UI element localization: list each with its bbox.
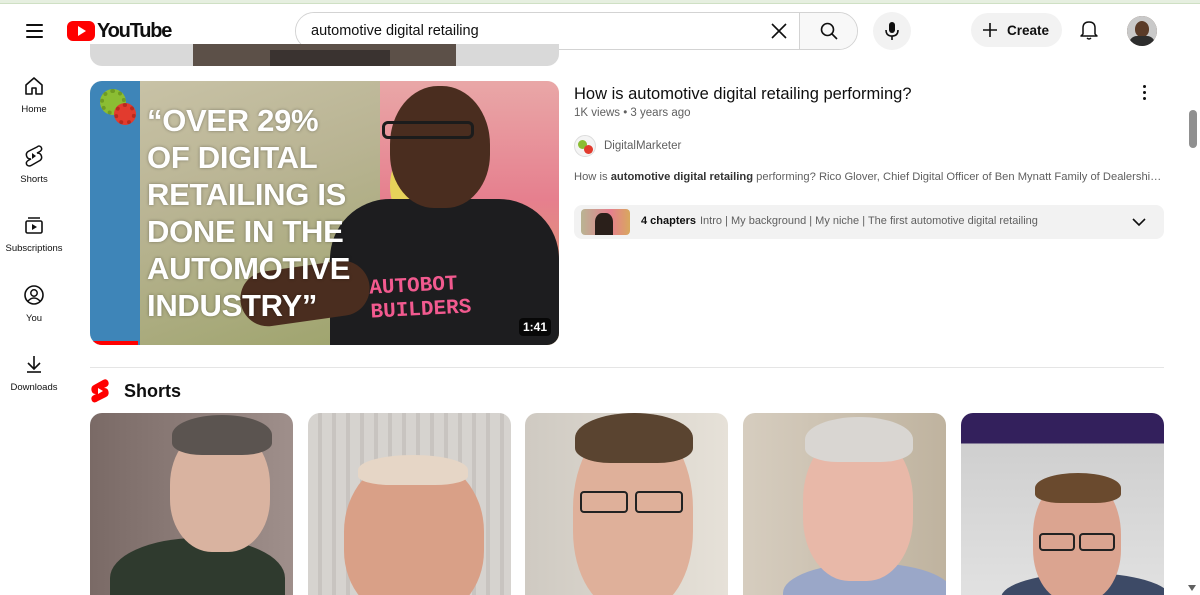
chapter-thumbnail (581, 209, 630, 235)
shorts-icon (22, 144, 46, 168)
sidebar-item-shorts[interactable]: Shorts (2, 128, 66, 188)
microphone-icon (885, 22, 899, 40)
shorts-logo-icon (91, 379, 109, 403)
sidebar-item-label: You (25, 313, 43, 324)
menu-icon-bar (25, 30, 43, 32)
channel-link[interactable]: DigitalMarketer (574, 135, 681, 157)
more-vert-icon (1142, 84, 1146, 88)
short-thumbnail (1039, 533, 1075, 551)
channel-avatar (574, 135, 596, 157)
section-divider (90, 367, 1164, 368)
clear-search-button[interactable] (759, 13, 799, 49)
chevron-down-icon[interactable] (1130, 214, 1148, 230)
short-thumbnail (1079, 533, 1115, 551)
thumbnail-person-head (390, 86, 490, 208)
search-button[interactable] (799, 13, 857, 49)
sidebar-item-you[interactable]: You (2, 267, 66, 327)
chapters-count: 4 chapters (641, 215, 697, 227)
mini-guide: Home Shorts Subscriptions You Downloads (0, 58, 68, 595)
thumbnail-overlay-text: “OVER 29% OF DIGITAL RETAILING IS DONE I… (147, 103, 351, 323)
short-card[interactable] (308, 413, 511, 595)
description-text: How is (574, 171, 611, 183)
description-highlight: automotive digital retailing (610, 171, 754, 183)
description-text: performing? Rico Glover, Chief Digital O… (753, 171, 1164, 183)
chapters-panel[interactable]: 4 chapters Intro | My background | My ni… (574, 205, 1164, 239)
account-avatar[interactable] (1127, 16, 1157, 46)
bell-icon (1080, 21, 1098, 40)
subscriptions-icon (22, 213, 46, 237)
watch-progress-bar (90, 341, 138, 345)
shorts-shelf-title: Shorts (124, 380, 182, 401)
shorts-shelf-header: Shorts (90, 378, 181, 404)
close-icon (771, 23, 787, 39)
page-scrollbar[interactable] (1186, 58, 1200, 595)
search-icon (820, 22, 838, 40)
video-description-snippet: How is automotive digital retailing perf… (574, 171, 1164, 183)
sidebar-item-label: Downloads (10, 382, 58, 393)
short-thumbnail (1035, 473, 1121, 503)
create-button[interactable]: Create (971, 13, 1062, 47)
short-thumbnail (805, 417, 913, 462)
voice-search-button[interactable] (873, 12, 911, 50)
short-thumbnail (580, 491, 628, 513)
notifications-button[interactable] (1070, 11, 1108, 49)
short-card[interactable] (961, 413, 1164, 595)
you-icon (22, 283, 46, 307)
guide-menu-button[interactable] (14, 11, 54, 51)
previous-video-thumbnail[interactable] (90, 44, 559, 66)
sidebar-item-label: Shorts (20, 174, 48, 185)
video-metadata: 1K views • 3 years ago (574, 107, 691, 119)
sidebar-item-downloads[interactable]: Downloads (2, 336, 66, 396)
youtube-play-icon (67, 21, 95, 41)
create-label: Create (1007, 22, 1050, 38)
sidebar-item-label: Home (21, 104, 47, 115)
scrollbar-thumb[interactable] (1189, 110, 1197, 148)
video-title[interactable]: How is automotive digital retailing perf… (574, 84, 1134, 104)
menu-icon-bar (25, 36, 43, 38)
short-thumbnail (575, 413, 693, 463)
thumbnail-person-glasses (382, 121, 474, 139)
chapters-list: Intro | My background | My niche | The f… (700, 215, 1038, 227)
plus-icon (983, 23, 997, 37)
short-card[interactable] (90, 413, 293, 595)
home-icon (22, 74, 46, 98)
short-thumbnail (358, 455, 468, 485)
short-thumbnail (635, 491, 683, 513)
video-thumbnail[interactable]: AUTOBOT BUILDERS “OVER 29% OF DIGITAL RE… (90, 81, 559, 345)
scroll-down-arrow-icon[interactable] (1188, 585, 1196, 591)
gear-icon (114, 103, 136, 125)
sidebar-item-home[interactable]: Home (2, 58, 66, 118)
sidebar-item-subscriptions[interactable]: Subscriptions (2, 197, 66, 257)
avatar-face (1135, 21, 1149, 37)
download-icon (22, 352, 46, 376)
short-card[interactable] (525, 413, 728, 595)
previous-thumbnail-image (270, 50, 390, 66)
sidebar-item-label: Subscriptions (5, 243, 63, 254)
short-thumbnail (172, 415, 272, 455)
youtube-logo[interactable]: YouTube (67, 19, 172, 43)
avatar-shirt (1129, 36, 1155, 46)
youtube-logo-text: YouTube (97, 19, 172, 42)
channel-name: DigitalMarketer (604, 140, 682, 152)
menu-icon-bar (25, 24, 43, 26)
more-actions-button[interactable] (1130, 78, 1158, 106)
short-card[interactable] (743, 413, 946, 595)
video-duration-badge: 1:41 (518, 318, 551, 336)
more-vert-icon (1142, 96, 1146, 100)
more-vert-icon (1142, 90, 1146, 94)
